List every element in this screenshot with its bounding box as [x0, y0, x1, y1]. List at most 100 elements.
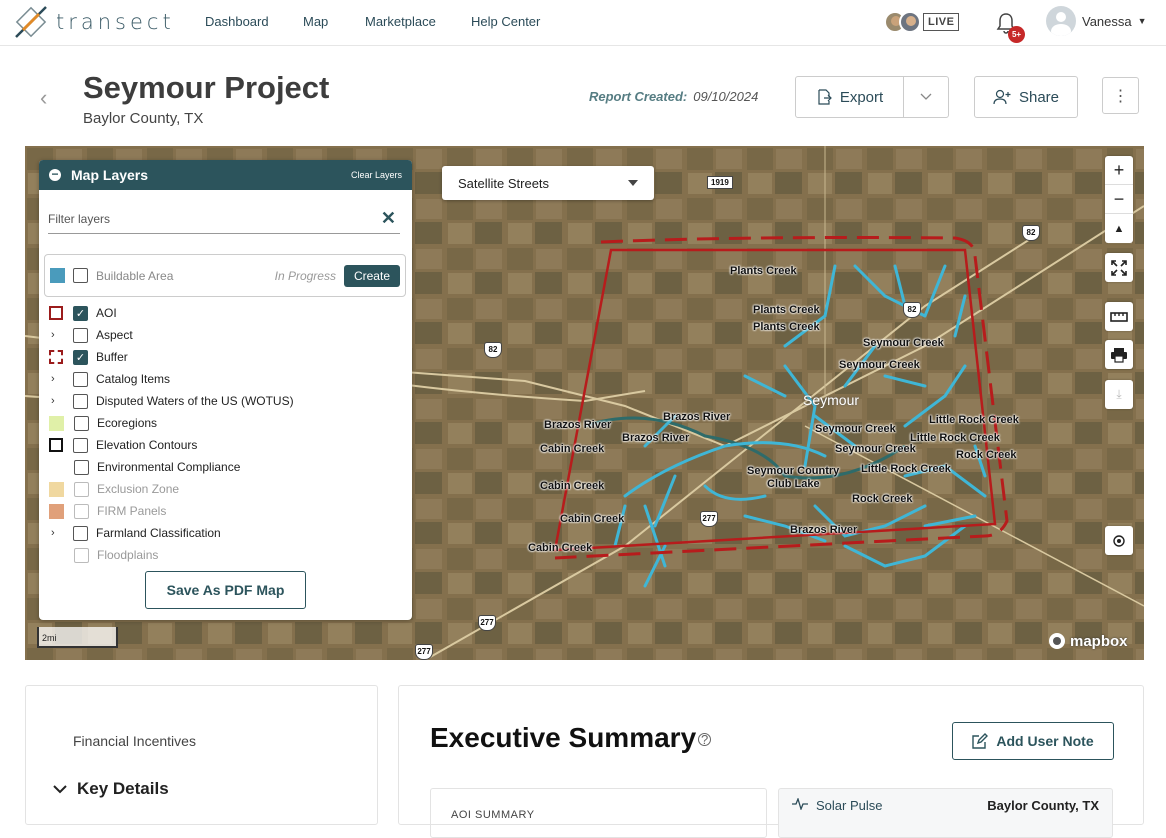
key-details-toggle[interactable]: Key Details [53, 779, 169, 799]
clear-filter-icon[interactable]: ✕ [381, 208, 396, 229]
layer-item-aoi[interactable]: ✓ AOI [49, 302, 117, 324]
user-avatar-icon [1046, 6, 1076, 36]
collapse-icon[interactable]: − [49, 168, 61, 181]
save-as-pdf-button[interactable]: Save As PDF Map [145, 571, 306, 609]
zoom-in-icon[interactable]: + [1105, 156, 1133, 185]
financial-incentives-link[interactable]: Financial Incentives [73, 733, 196, 749]
report-created: Report Created: 09/10/2024 [589, 89, 758, 104]
buildable-area-status: In Progress [274, 268, 336, 283]
map-label: Seymour Creek [863, 337, 944, 349]
pulse-icon [792, 798, 808, 810]
fullscreen-icon[interactable] [1105, 253, 1133, 282]
layer-checkbox[interactable] [74, 481, 89, 497]
buildable-area-checkbox[interactable] [73, 268, 88, 283]
logo-mark-icon [15, 6, 47, 38]
logo[interactable]: transect [14, 4, 175, 40]
layer-item-firm-panels[interactable]: FIRM Panels [49, 500, 166, 522]
add-user-icon [993, 89, 1011, 105]
project-header: ‹ Seymour Project Baylor County, TX Repo… [0, 47, 1166, 146]
locate-icon[interactable] [1105, 526, 1133, 555]
user-menu[interactable]: Vanessa ▼ [1046, 6, 1147, 36]
layer-item-wotus[interactable]: › Disputed Waters of the US (WOTUS) [49, 390, 294, 412]
chevron-down-icon [53, 785, 67, 794]
layer-item-aspect[interactable]: › Aspect [49, 324, 133, 346]
print-control [1105, 340, 1133, 369]
map-layers-header: − Map Layers Clear Layers [39, 160, 412, 190]
map-view[interactable]: Plants Creek Plants Creek Plants Creek S… [25, 146, 1144, 660]
layer-checkbox[interactable] [73, 525, 88, 541]
chevron-right-icon[interactable]: › [51, 373, 63, 385]
layer-item-environmental-compliance[interactable]: Environmental Compliance [49, 456, 240, 478]
mapbox-attribution[interactable]: mapbox [1048, 632, 1128, 650]
layer-item-elevation-contours[interactable]: Elevation Contours [49, 434, 197, 456]
chevron-right-icon[interactable]: › [51, 329, 63, 341]
layer-label: Aspect [96, 328, 133, 342]
map-layers-title: Map Layers [71, 167, 149, 183]
nav-map[interactable]: Map [303, 14, 328, 29]
layer-checkbox[interactable] [74, 547, 89, 563]
filter-layers-input[interactable]: Filter layers ✕ [48, 204, 400, 234]
layer-checkbox[interactable] [74, 503, 89, 519]
share-label: Share [1018, 88, 1060, 106]
ruler-icon[interactable] [1105, 302, 1133, 331]
nav-help-center[interactable]: Help Center [471, 14, 540, 29]
back-arrow-icon[interactable]: ‹ [40, 85, 47, 111]
create-button[interactable]: Create [343, 264, 400, 287]
aoi-swatch [49, 306, 63, 320]
zoom-controls: + − ▲ [1105, 156, 1133, 243]
more-options-icon[interactable]: ⋮ [1102, 77, 1139, 114]
nav-marketplace[interactable]: Marketplace [365, 14, 436, 29]
buildable-area-label: Buildable Area [96, 268, 174, 283]
nav-dashboard[interactable]: Dashboard [205, 14, 269, 29]
export-label: Export [839, 88, 884, 106]
layer-checkbox[interactable] [74, 415, 89, 431]
layer-checkbox[interactable]: ✓ [73, 349, 88, 365]
mapbox-logo-icon [1049, 633, 1065, 649]
layer-checkbox[interactable]: ✓ [73, 305, 88, 321]
exclusion-swatch [49, 481, 64, 497]
user-name: Vanessa [1082, 13, 1132, 29]
caret-down-icon [628, 180, 638, 186]
layer-item-exclusion-zone[interactable]: Exclusion Zone [49, 478, 179, 500]
export-button[interactable]: Export [796, 77, 903, 117]
layer-item-ecoregions[interactable]: Ecoregions [49, 412, 157, 434]
live-collaborators[interactable]: LIVE [884, 9, 960, 35]
layer-item-farmland-classification[interactable]: › Farmland Classification [49, 522, 221, 544]
layer-item-catalog-items[interactable]: › Catalog Items [49, 368, 170, 390]
layer-checkbox[interactable] [73, 371, 88, 387]
map-style-select[interactable]: Satellite Streets [442, 166, 654, 200]
zoom-out-icon[interactable]: − [1105, 185, 1133, 214]
layer-checkbox[interactable] [73, 327, 88, 343]
notifications-count-badge: 5+ [1008, 26, 1025, 43]
layer-label: AOI [96, 306, 117, 320]
print-icon[interactable] [1105, 340, 1133, 369]
layer-checkbox[interactable] [74, 459, 89, 475]
fullscreen-control [1105, 253, 1133, 282]
compass-icon[interactable]: ▲ [1105, 214, 1133, 243]
layer-label: Exclusion Zone [97, 482, 180, 496]
add-user-note-button[interactable]: Add User Note [952, 722, 1114, 760]
executive-summary-heading: Executive Summary [430, 722, 697, 753]
add-user-note-label: Add User Note [996, 733, 1094, 749]
download-icon[interactable]: ⤓ [1105, 380, 1133, 409]
download-control: ⤓ [1105, 380, 1133, 409]
help-icon[interactable]: ? [698, 733, 712, 747]
map-label: Cabin Creek [528, 542, 593, 554]
locate-control [1105, 526, 1133, 555]
layer-item-buffer[interactable]: ✓ Buffer [49, 346, 128, 368]
solar-pulse-card: Solar Pulse Baylor County, TX [778, 788, 1113, 838]
export-button-group: Export [795, 76, 949, 118]
highway-shield: 82 [1022, 225, 1040, 241]
map-label: Rock Creek [852, 493, 913, 505]
map-label: Cabin Creek [560, 513, 625, 525]
chevron-right-icon[interactable]: › [51, 395, 63, 407]
layer-checkbox[interactable] [73, 437, 88, 453]
layer-label: Elevation Contours [96, 438, 198, 452]
page-subtitle: Baylor County, TX [83, 110, 204, 127]
layer-checkbox[interactable] [73, 393, 88, 409]
chevron-right-icon[interactable]: › [51, 527, 63, 539]
export-dropdown-chevron-icon[interactable] [903, 77, 948, 117]
layer-item-floodplains[interactable]: Floodplains [49, 544, 158, 566]
clear-layers-link[interactable]: Clear Layers [351, 170, 402, 180]
share-button[interactable]: Share [974, 76, 1078, 118]
